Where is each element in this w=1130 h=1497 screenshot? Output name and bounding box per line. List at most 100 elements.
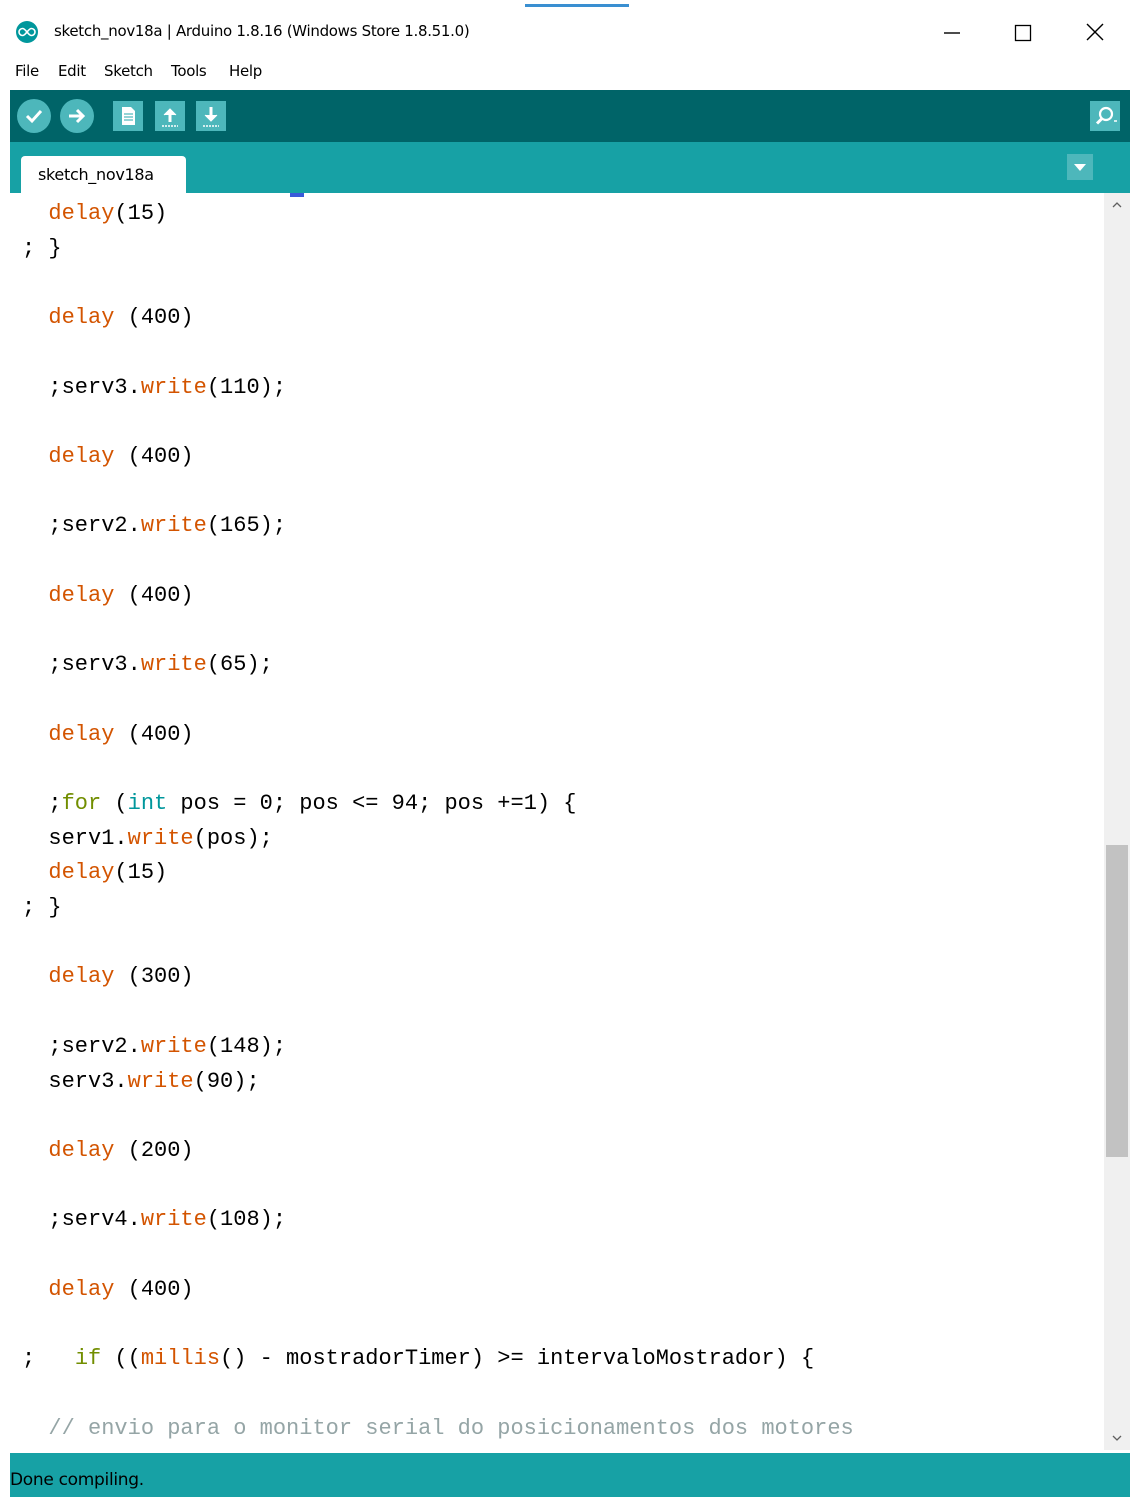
close-button[interactable] bbox=[1060, 8, 1130, 54]
scroll-thumb[interactable] bbox=[1106, 845, 1128, 1157]
chevron-down-icon bbox=[1112, 1435, 1122, 1441]
menu-help[interactable]: Help bbox=[229, 62, 262, 80]
code-token: serv3. bbox=[48, 1068, 128, 1094]
status-bar: Done compiling. bbox=[10, 1453, 1130, 1497]
chevron-down-icon bbox=[1074, 164, 1086, 171]
code-token: ;serv3. bbox=[48, 652, 141, 678]
code-line: delay (400) bbox=[22, 720, 194, 750]
scroll-up-button[interactable] bbox=[1104, 193, 1130, 217]
vertical-scrollbar[interactable] bbox=[1104, 193, 1130, 1450]
new-button[interactable] bbox=[113, 101, 143, 131]
code-token: write bbox=[140, 652, 207, 678]
code-line: delay (300) bbox=[22, 962, 194, 992]
tab-label: sketch_nov18a bbox=[38, 165, 154, 184]
code-token: for bbox=[61, 790, 102, 816]
code-token: (108); bbox=[206, 1207, 287, 1233]
upload-button[interactable] bbox=[60, 99, 94, 133]
code-line: delay (400) bbox=[22, 442, 194, 472]
code-token: write bbox=[140, 1207, 207, 1233]
code-line: // envio para o monitor serial do posici… bbox=[22, 1414, 854, 1444]
code-token: ;serv4. bbox=[48, 1207, 141, 1233]
code-line: delay (200) bbox=[22, 1136, 194, 1166]
save-button[interactable] bbox=[196, 101, 226, 131]
code-token: delay bbox=[48, 443, 115, 469]
code-line: ;serv2.write(148); bbox=[22, 1032, 286, 1062]
open-button[interactable] bbox=[155, 101, 185, 131]
code-token: () - mostradorTimer) >= intervaloMostrad… bbox=[220, 1346, 815, 1372]
code-token: (300) bbox=[114, 964, 194, 990]
code-token: ; bbox=[22, 1346, 75, 1372]
menu-edit[interactable]: Edit bbox=[58, 62, 86, 80]
code-token: (148); bbox=[206, 1033, 287, 1059]
code-line: ; if ((millis() - mostradorTimer) >= int… bbox=[22, 1344, 814, 1374]
code-line: ;serv3.write(65); bbox=[22, 650, 272, 680]
code-token: (165); bbox=[206, 513, 287, 539]
code-token: delay bbox=[48, 201, 115, 226]
serial-monitor-button[interactable] bbox=[1090, 101, 1120, 131]
menu-sketch[interactable]: Sketch bbox=[104, 62, 153, 80]
close-icon bbox=[1086, 23, 1104, 41]
code-token: delay bbox=[48, 860, 115, 886]
code-token: (400) bbox=[114, 443, 194, 469]
code-line: ; } bbox=[22, 893, 62, 923]
code-token: (15) bbox=[114, 860, 168, 886]
code-token: delay bbox=[48, 964, 115, 990]
verify-icon bbox=[25, 109, 43, 124]
code-line: serv1.write(pos); bbox=[22, 824, 272, 854]
code-token: ;serv2. bbox=[48, 1033, 141, 1059]
code-token: if bbox=[74, 1346, 102, 1372]
save-icon bbox=[203, 107, 219, 127]
code-token: delay bbox=[48, 305, 115, 331]
status-message: Done compiling. bbox=[10, 1470, 144, 1490]
tab-menu-button[interactable] bbox=[1067, 154, 1093, 180]
code-token: pos = 0; pos <= 94; pos +=1) { bbox=[167, 790, 577, 816]
code-token: int bbox=[127, 790, 168, 816]
code-token: (400) bbox=[114, 305, 194, 331]
code-token: (90); bbox=[193, 1068, 260, 1094]
code-token: ;serv3. bbox=[48, 374, 141, 400]
caret-marker bbox=[290, 193, 304, 197]
tab-sketch[interactable]: sketch_nov18a bbox=[21, 156, 186, 193]
scroll-down-button[interactable] bbox=[1104, 1426, 1130, 1450]
code-token: delay bbox=[48, 721, 115, 747]
code-token: write bbox=[140, 374, 207, 400]
code-token: ( bbox=[101, 790, 128, 816]
minimize-button[interactable] bbox=[918, 8, 988, 54]
title-bar: sketch_nov18a | Arduino 1.8.16 (Windows … bbox=[0, 8, 1130, 54]
code-token: (200) bbox=[114, 1137, 194, 1163]
code-editor[interactable]: delay(15); } delay (400) ;serv3.write(11… bbox=[10, 193, 1104, 1450]
toolbar bbox=[10, 90, 1130, 142]
code-token: delay bbox=[48, 1137, 115, 1163]
code-token: (400) bbox=[114, 582, 194, 608]
open-icon bbox=[162, 108, 178, 127]
code-line: ;for (int pos = 0; pos <= 94; pos +=1) { bbox=[22, 789, 577, 819]
maximize-icon bbox=[1014, 24, 1032, 42]
code-token: write bbox=[140, 513, 207, 539]
menu-tools[interactable]: Tools bbox=[171, 62, 207, 80]
new-icon bbox=[122, 107, 135, 125]
code-line: ; } bbox=[22, 234, 62, 264]
window-top-edge bbox=[0, 0, 1130, 8]
code-token: write bbox=[127, 825, 194, 851]
menu-file[interactable]: File bbox=[15, 62, 39, 80]
code-line: delay(15) bbox=[22, 199, 167, 229]
maximize-button[interactable] bbox=[988, 8, 1058, 54]
minimize-icon bbox=[944, 32, 960, 34]
code-token: (400) bbox=[114, 1276, 194, 1302]
code-line: serv3.write(90); bbox=[22, 1067, 260, 1097]
code-line: ;serv3.write(110); bbox=[22, 373, 286, 403]
chevron-up-icon bbox=[1112, 202, 1122, 208]
code-token: delay bbox=[48, 1276, 115, 1302]
code-token: write bbox=[140, 1033, 207, 1059]
code-line: delay (400) bbox=[22, 1275, 194, 1305]
code-token: (( bbox=[101, 1346, 141, 1372]
code-token: (400) bbox=[114, 721, 194, 747]
verify-button[interactable] bbox=[17, 99, 51, 133]
upload-icon bbox=[69, 108, 86, 124]
code-line: ;serv4.write(108); bbox=[22, 1205, 286, 1235]
code-token: // envio para o monitor serial do posici… bbox=[48, 1415, 854, 1441]
code-line: delay (400) bbox=[22, 303, 194, 333]
code-token: ; } bbox=[22, 895, 62, 920]
code-line: delay (400) bbox=[22, 581, 194, 611]
code-token: serv1. bbox=[48, 825, 128, 851]
